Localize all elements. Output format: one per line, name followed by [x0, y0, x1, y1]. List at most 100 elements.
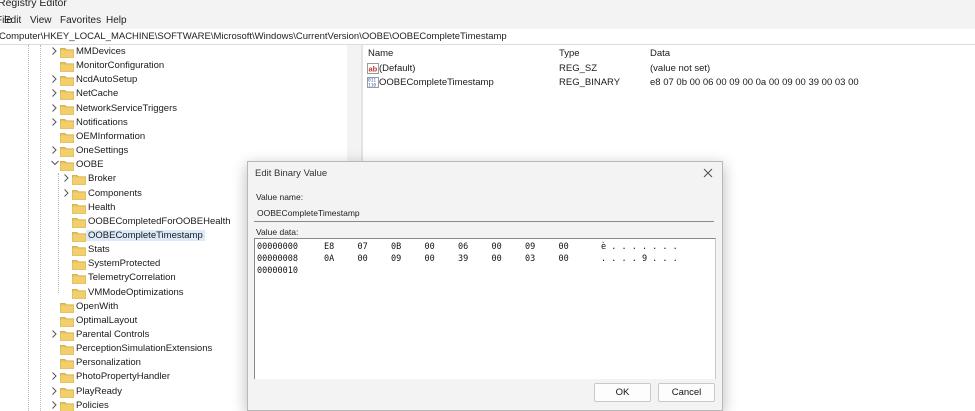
hex-byte[interactable]: 00	[559, 254, 569, 264]
value-data-label: Value data:	[256, 227, 299, 237]
string-value-icon: ab	[367, 63, 379, 74]
folder-icon	[60, 89, 74, 101]
value-type: REG_BINARY	[559, 77, 621, 88]
tree-item[interactable]: MonitorConfiguration	[0, 59, 360, 73]
edit-binary-value-dialog: Edit Binary Value Value name: OOBEComple…	[247, 161, 723, 411]
tree-item[interactable]: OneSettings	[0, 144, 360, 158]
hex-byte[interactable]: 03	[525, 254, 535, 264]
hex-byte[interactable]: 09	[525, 242, 535, 252]
hex-byte[interactable]: 00	[425, 254, 435, 264]
chevron-down-icon[interactable]	[50, 159, 59, 169]
tree-item-label: NetCache	[76, 88, 119, 100]
chevron-right-icon[interactable]	[62, 173, 70, 183]
folder-icon	[60, 104, 74, 115]
menu-favorites[interactable]: Favorites	[60, 15, 101, 26]
tree-item-label: Personalization	[76, 357, 141, 369]
tree-item-label: OOBECompleteTimestamp	[86, 229, 205, 241]
chevron-right-icon[interactable]	[50, 74, 58, 84]
chevron-right-icon[interactable]	[50, 400, 58, 410]
tree-item[interactable]: NetworkServiceTriggers	[0, 102, 360, 116]
menu-help[interactable]: Help	[106, 15, 127, 26]
tree-item-label: OOBE	[76, 159, 104, 171]
menu-view[interactable]: View	[30, 15, 52, 26]
svg-text:110: 110	[368, 82, 376, 88]
value-name: (Default)	[379, 63, 416, 74]
tree-item-label: OpenWith	[76, 300, 119, 312]
tree-item-label: Components	[88, 187, 142, 199]
chevron-right-icon[interactable]	[62, 188, 70, 198]
close-icon[interactable]	[700, 165, 716, 181]
hex-offset: 00000000	[257, 242, 298, 252]
menu-edit[interactable]: Edit	[4, 15, 21, 26]
tree-item-label: NetworkServiceTriggers	[76, 102, 178, 114]
tree-item-label: Policies	[76, 399, 109, 411]
column-header-data[interactable]: Data	[650, 48, 670, 59]
svg-text:ab: ab	[369, 65, 378, 74]
folder-icon	[60, 302, 74, 313]
hex-byte[interactable]: 00	[358, 254, 368, 264]
tree-item-label: PerceptionSimulationExtensions	[76, 343, 213, 355]
hex-byte[interactable]: 0B	[391, 242, 401, 252]
chevron-right-icon[interactable]	[50, 386, 58, 396]
folder-icon	[60, 387, 74, 398]
tree-item-label: OEMInformation	[76, 130, 146, 142]
tree-item[interactable]: Notifications	[0, 116, 360, 130]
chevron-right-icon[interactable]	[50, 145, 58, 155]
tree-item-label: SystemProtected	[88, 258, 161, 270]
folder-icon	[72, 288, 86, 299]
hex-byte[interactable]: E8	[324, 242, 334, 252]
window-title: Registry Editor	[0, 0, 67, 9]
folder-icon	[60, 344, 74, 356]
value-row[interactable]: ab (Default) REG_SZ (value not set)	[364, 62, 975, 76]
hex-byte[interactable]: 39	[458, 254, 468, 264]
tree-item[interactable]: OEMInformation	[0, 130, 360, 144]
value-data-editor[interactable]: 00000000 E8 07 0B 00 06 00 09 00 è . . . . . . .0…	[254, 238, 716, 379]
tree-item[interactable]: NetCache	[0, 87, 360, 101]
hex-byte[interactable]: 06	[458, 242, 468, 252]
title-bar: Registry Editor	[0, 0, 975, 12]
chevron-right-icon[interactable]	[50, 371, 58, 381]
tree-item-label: MonitorConfiguration	[76, 60, 165, 72]
tree-item[interactable]: NcdAutoSetup	[0, 73, 360, 87]
chevron-right-icon[interactable]	[50, 46, 58, 56]
tree-item-label: PlayReady	[76, 385, 122, 397]
value-row[interactable]: 011 110 OOBECompleteTimestamp REG_BINARY…	[364, 76, 975, 90]
folder-icon	[72, 259, 86, 271]
column-header-name[interactable]: Name	[368, 48, 393, 59]
folder-icon	[72, 217, 86, 228]
folder-icon	[72, 273, 86, 285]
ok-button[interactable]: OK	[594, 383, 651, 402]
tree-item-label: TelemetryCorrelation	[88, 272, 176, 284]
value-name-field: OOBECompleteTimestamp	[254, 204, 714, 222]
tree-item-label: Notifications	[76, 116, 128, 128]
hex-byte[interactable]: 00	[492, 242, 502, 252]
hex-offset: 00000008	[257, 254, 298, 264]
address-path: Computer\HKEY_LOCAL_MACHINE\SOFTWARE\Mic…	[0, 31, 507, 42]
folder-icon	[60, 132, 74, 143]
folder-icon	[60, 401, 74, 411]
folder-icon	[72, 174, 86, 186]
tree-item-label: Health	[88, 201, 116, 213]
hex-byte[interactable]: 0A	[324, 254, 334, 264]
hex-byte[interactable]: 00	[425, 242, 435, 252]
tree-item-label: MMDevices	[76, 46, 126, 57]
hex-byte[interactable]: 00	[559, 242, 569, 252]
cancel-button[interactable]: Cancel	[658, 383, 715, 402]
hex-byte[interactable]: 00	[492, 254, 502, 264]
hex-byte[interactable]: 07	[358, 242, 368, 252]
tree-item[interactable]: MMDevices	[0, 45, 360, 59]
chevron-right-icon[interactable]	[50, 329, 58, 339]
column-header-type[interactable]: Type	[559, 48, 580, 59]
hex-byte[interactable]: 09	[391, 254, 401, 264]
address-bar[interactable]: Computer\HKEY_LOCAL_MACHINE\SOFTWARE\Mic…	[0, 29, 975, 45]
tree-item-label: OneSettings	[76, 145, 129, 157]
folder-icon	[60, 75, 74, 87]
chevron-right-icon[interactable]	[50, 88, 58, 98]
dialog-title: Edit Binary Value	[255, 168, 328, 179]
value-data: e8 07 0b 00 06 00 09 00 0a 00 09 00 39 0…	[650, 77, 859, 88]
folder-icon	[60, 118, 74, 129]
chevron-right-icon[interactable]	[50, 117, 58, 127]
chevron-right-icon[interactable]	[50, 103, 58, 113]
tree-item-label: Stats	[88, 244, 110, 256]
tree-item-label: OptimalLayout	[76, 314, 138, 326]
